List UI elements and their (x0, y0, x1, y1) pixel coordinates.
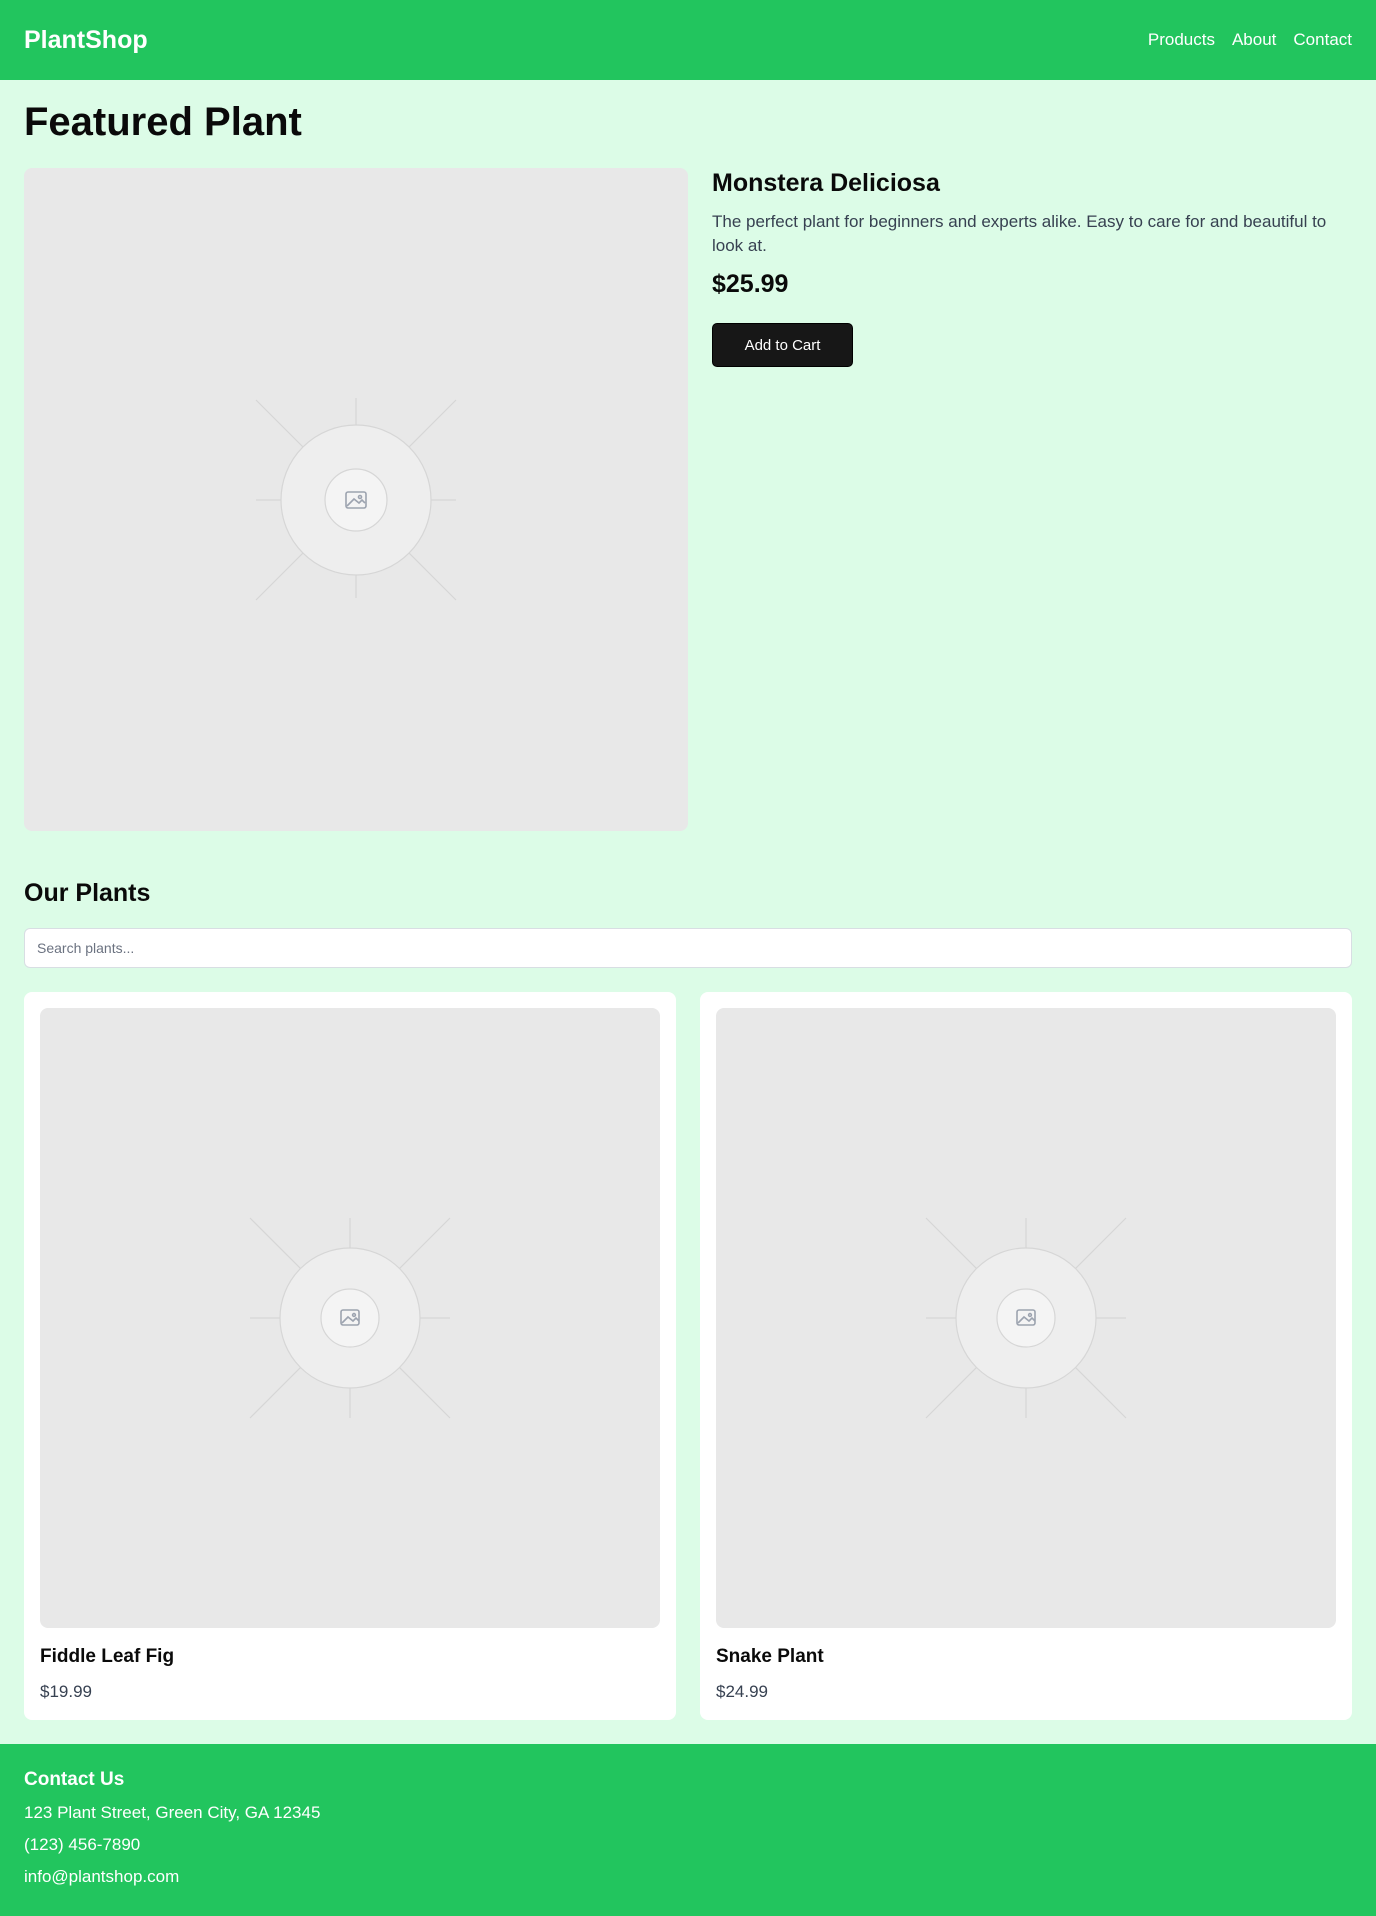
main-nav: Products About Contact (1148, 30, 1352, 50)
featured-plant-description: The perfect plant for beginners and expe… (712, 212, 1327, 255)
nav-link-products[interactable]: Products (1148, 30, 1215, 50)
featured-info: Monstera Deliciosa The perfect plant for… (712, 168, 1352, 367)
our-plants-heading: Our Plants (24, 879, 151, 907)
plant-card-name: Fiddle Leaf Fig (40, 1646, 175, 1667)
image-placeholder-icon (925, 1217, 1127, 1419)
featured-plant-price: $25.99 (712, 270, 789, 298)
plant-card-price: $24.99 (716, 1682, 768, 1701)
image-placeholder-icon (255, 398, 457, 601)
featured-plant-name: Monstera Deliciosa (712, 169, 940, 197)
contact-address: 123 Plant Street, Green City, GA 12345 (24, 1803, 321, 1822)
brand-logo[interactable]: PlantShop (24, 26, 148, 55)
contact-heading: Contact Us (24, 1769, 125, 1790)
plant-card-price: $19.99 (40, 1682, 92, 1701)
featured-plant-image (24, 168, 688, 831)
plant-card-image[interactable] (716, 1008, 1336, 1628)
contact-phone: (123) 456-7890 (24, 1835, 141, 1854)
site-footer: Contact Us 123 Plant Street, Green City,… (0, 1744, 1376, 1916)
plant-card-name: Snake Plant (716, 1646, 824, 1667)
plant-card[interactable]: Snake Plant $24.99 (700, 992, 1352, 1720)
plant-card-image[interactable] (40, 1008, 660, 1628)
add-to-cart-button[interactable]: Add to Cart (712, 323, 853, 367)
site-header: PlantShop Products About Contact (0, 0, 1376, 80)
search-input[interactable] (24, 928, 1352, 968)
plant-card[interactable]: Fiddle Leaf Fig $19.99 (24, 992, 676, 1720)
nav-link-about[interactable]: About (1232, 30, 1276, 50)
featured-heading: Featured Plant (24, 100, 302, 144)
nav-link-contact[interactable]: Contact (1293, 30, 1352, 50)
image-placeholder-icon (249, 1217, 451, 1419)
contact-email: info@plantshop.com (24, 1867, 180, 1886)
